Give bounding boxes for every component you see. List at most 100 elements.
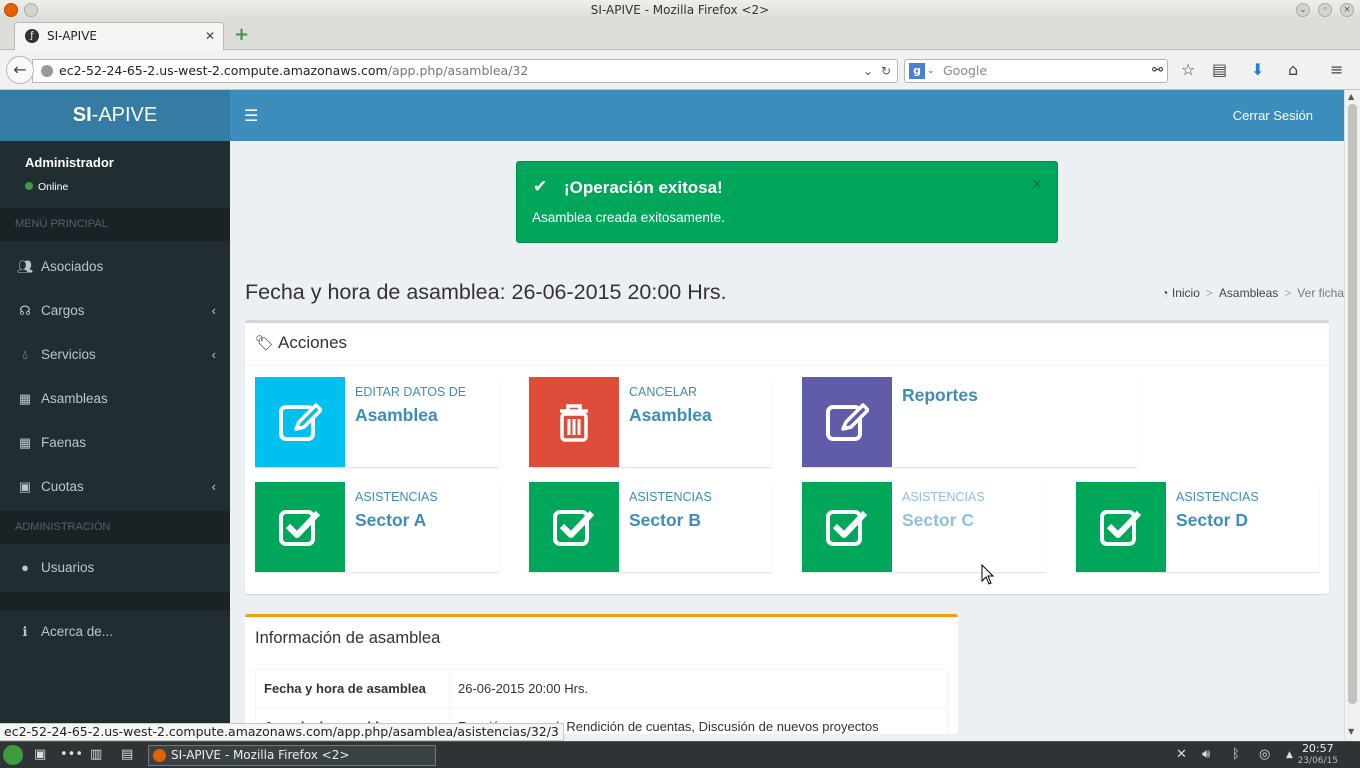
sidebar-section-main: MENÚ PRINCIPAL xyxy=(0,208,230,241)
menu-icon[interactable]: ≡ xyxy=(1330,61,1343,79)
chevron-left-icon: ‹ xyxy=(211,479,216,494)
navigation-bar: ec2-52-24-65-2.us-west-2.compute.amazona… xyxy=(0,51,1360,90)
action-asistencias-sector-a[interactable]: ASISTENCIAS Sector A xyxy=(255,482,499,572)
search-placeholder: Google xyxy=(943,63,988,78)
check-icon: ✔ xyxy=(533,177,548,196)
url-dropdown-icon[interactable]: ⌄ xyxy=(863,60,873,82)
sidebar-item-label: Cuotas xyxy=(41,479,84,494)
window-title: SI-APIVE - Mozilla Firefox <2> xyxy=(590,3,770,17)
bookmark-star-icon[interactable]: ☆ xyxy=(1181,61,1195,79)
sidebar-item-acerca[interactable]: ℹ Acerca de... xyxy=(0,610,230,654)
status-link-url: ec2-52-24-65-2.us-west-2.compute.amazona… xyxy=(0,723,564,741)
table-row: Fecha y hora de asamblea 26-06-2015 20:0… xyxy=(255,669,948,708)
browser-tab[interactable]: ƒ SI-APIVE ✕ xyxy=(14,22,224,50)
users-icon: 👥︎ xyxy=(17,259,34,274)
scrollbar-thumb[interactable] xyxy=(1348,104,1357,704)
close-tab-icon[interactable]: ✕ xyxy=(205,23,215,49)
check-square-icon xyxy=(255,482,345,572)
home-icon[interactable]: ⌂ xyxy=(1288,61,1298,79)
check-square-icon xyxy=(529,482,619,572)
clock[interactable]: 20:57 23/06/15 xyxy=(1298,742,1338,768)
sidebar-item-cargos[interactable]: ☊ Cargos ‹ xyxy=(0,289,230,333)
app-logo[interactable]: SI-APIVE xyxy=(0,90,230,141)
user-name: Administrador xyxy=(25,155,114,170)
new-tab-button[interactable]: + xyxy=(234,26,249,44)
sidebar-toggle-icon[interactable]: ☰ xyxy=(244,108,258,124)
window-menu-button[interactable] xyxy=(24,3,38,17)
more-apps-icon[interactable]: ••• xyxy=(60,747,83,763)
action-value: Sector B xyxy=(629,510,701,530)
breadcrumb: ◔ Inicio > Asambleas > Ver ficha xyxy=(1161,286,1344,300)
downloads-icon[interactable]: ⬇ xyxy=(1251,61,1264,79)
bluetooth-icon[interactable]: ᛒ xyxy=(1232,747,1240,763)
network-icon[interactable]: ✕ xyxy=(1176,747,1187,763)
close-window-button[interactable]: × xyxy=(1340,3,1354,17)
close-alert-icon[interactable]: ✕ xyxy=(1031,176,1043,193)
breadcrumb-inicio[interactable]: Inicio xyxy=(1172,286,1200,300)
breadcrumb-asambleas[interactable]: Asambleas xyxy=(1219,286,1278,300)
action-value: Sector C xyxy=(902,510,974,530)
workspace-switcher-icon[interactable]: ▥ xyxy=(90,747,102,763)
sitemap-icon: ☊ xyxy=(19,303,31,318)
google-icon: g xyxy=(909,63,925,79)
sidebar-item-label: Asambleas xyxy=(41,391,108,406)
reading-list-icon[interactable]: ▤ xyxy=(1212,61,1227,79)
sidebar-item-cuotas[interactable]: ▣ Cuotas ‹ xyxy=(0,465,230,509)
start-menu-icon[interactable] xyxy=(3,745,23,765)
action-asistencias-sector-c[interactable]: ASISTENCIAS Sector C xyxy=(802,482,1046,572)
calendar-icon: ▦ xyxy=(18,435,32,450)
search-bar[interactable]: g ⌄ Google ⚯ xyxy=(904,59,1168,83)
actions-header: 🏷︎ Acciones xyxy=(255,333,347,353)
action-label: EDITAR DATOS DE xyxy=(355,385,467,399)
maximize-button[interactable]: ◦ xyxy=(1318,3,1332,17)
sidebar-item-label: Acerca de... xyxy=(41,624,114,639)
sidebar-item-usuarios[interactable]: ● Usuarios xyxy=(0,546,230,590)
sidebar-item-label: Usuarios xyxy=(41,560,95,575)
tray-expand-icon[interactable]: ▲ xyxy=(1286,747,1293,763)
url-host: ec2-52-24-65-2.us-west-2.compute.amazona… xyxy=(59,63,388,78)
chevron-left-icon: ‹ xyxy=(211,347,216,362)
back-button[interactable]: ← xyxy=(6,56,34,84)
show-desktop-icon[interactable]: ▣ xyxy=(34,747,46,763)
action-asistencias-sector-d[interactable]: ASISTENCIAS Sector D xyxy=(1076,482,1319,572)
sidebar-item-faenas[interactable]: ▦ Faenas xyxy=(0,421,230,465)
scroll-down-icon[interactable]: ▼ xyxy=(1348,727,1354,736)
taskbar: ▣ ••• ▥ ▤ SI-APIVE - Mozilla Firefox <2>… xyxy=(0,741,1360,768)
logout-link[interactable]: Cerrar Sesión xyxy=(1233,90,1313,141)
sidebar-item-asociados[interactable]: 👥︎ Asociados xyxy=(0,245,230,289)
page-scrollbar[interactable]: ▲ ▼ xyxy=(1344,90,1360,740)
binoculars-icon[interactable]: ⚯ xyxy=(1152,60,1163,82)
actions-box: 🏷︎ Acciones EDITAR DATOS DE Asamblea CANC… xyxy=(245,320,1329,594)
trash-icon xyxy=(529,377,619,467)
file-manager-icon[interactable]: ▤ xyxy=(121,747,133,763)
sidebar: Administrador Online MENÚ PRINCIPAL 👥︎ A… xyxy=(0,141,230,723)
action-label: ASISTENCIAS xyxy=(1176,490,1259,504)
breadcrumb-active: Ver ficha xyxy=(1297,286,1344,300)
scroll-up-icon[interactable]: ▲ xyxy=(1348,92,1354,101)
alert-message: Asamblea creada exitosamente. xyxy=(532,210,725,225)
taskbar-window-firefox[interactable]: SI-APIVE - Mozilla Firefox <2> xyxy=(148,745,436,766)
action-cancel-asamblea[interactable]: CANCELAR Asamblea xyxy=(529,377,772,467)
reload-icon[interactable]: ↻ xyxy=(881,60,891,82)
table-key: Fecha y hora de asamblea xyxy=(255,669,450,708)
edit-icon xyxy=(802,377,892,467)
window-titlebar: SI-APIVE - Mozilla Firefox <2> ⌄ ◦ × xyxy=(0,0,1360,20)
sidebar-item-asambleas[interactable]: ▦ Asambleas xyxy=(0,377,230,421)
url-path: /app.php/asamblea/32 xyxy=(387,63,529,78)
volume-icon[interactable]: 🔊︎ xyxy=(1202,747,1210,763)
firefox-icon xyxy=(4,3,18,17)
action-reportes[interactable]: Reportes xyxy=(802,377,1137,467)
update-icon[interactable]: ◎ xyxy=(1259,747,1270,763)
sidebar-item-servicios[interactable]: 💧︎ Servicios ‹ xyxy=(0,333,230,377)
divider xyxy=(245,365,1329,366)
taskbar-window-label: SI-APIVE - Mozilla Firefox <2> xyxy=(171,748,350,762)
sidebar-section-admin: ADMINISTRACIÓN xyxy=(0,511,230,544)
search-engine-dropdown-icon[interactable]: ⌄ xyxy=(927,60,935,82)
user-status-label: Online xyxy=(38,181,69,193)
logo-bold: SI xyxy=(72,104,92,126)
minimize-button[interactable]: ⌄ xyxy=(1296,3,1310,17)
url-bar[interactable]: ec2-52-24-65-2.us-west-2.compute.amazona… xyxy=(32,59,898,83)
action-asistencias-sector-b[interactable]: ASISTENCIAS Sector B xyxy=(529,482,772,572)
action-value: Asamblea xyxy=(355,405,438,425)
action-edit-asamblea[interactable]: EDITAR DATOS DE Asamblea xyxy=(255,377,499,467)
